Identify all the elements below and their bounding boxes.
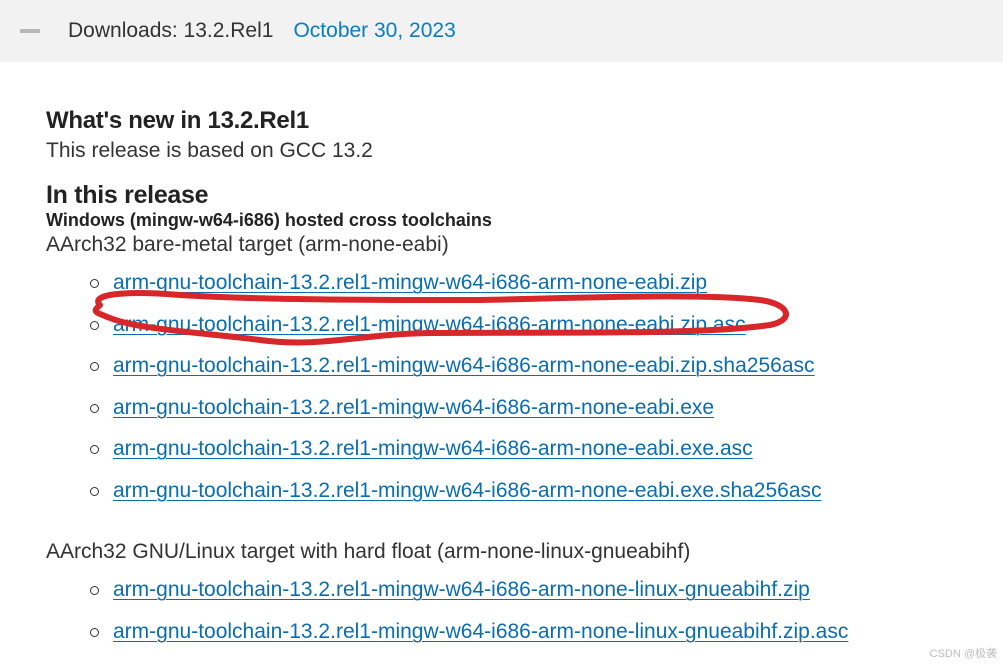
whats-new-heading: What's new in 13.2.Rel1 [46,107,961,135]
host-heading: Windows (mingw-w64-i686) hosted cross to… [46,210,961,231]
download-link[interactable]: arm-gnu-toolchain-13.2.rel1-mingw-w64-i6… [113,574,810,606]
watermark-text: CSDN @极袭 [930,645,997,661]
download-link[interactable]: arm-gnu-toolchain-13.2.rel1-mingw-w64-i6… [113,350,815,382]
list-item: arm-gnu-toolchain-13.2.rel1-mingw-w64-i6… [90,616,961,648]
bullet-icon [90,445,99,454]
download-link[interactable]: arm-gnu-toolchain-13.2.rel1-mingw-w64-i6… [113,616,848,648]
bullet-icon [90,404,99,413]
download-link[interactable]: arm-gnu-toolchain-13.2.rel1-mingw-w64-i6… [113,267,707,299]
list-item: arm-gnu-toolchain-13.2.rel1-mingw-w64-i6… [90,475,961,507]
header-title: Downloads: 13.2.Rel1 [68,19,273,43]
bullet-icon [90,487,99,496]
list-item: arm-gnu-toolchain-13.2.rel1-mingw-w64-i6… [90,392,961,424]
bullet-icon [90,586,99,595]
content-area: What's new in 13.2.Rel1 This release is … [0,62,1003,647]
download-link[interactable]: arm-gnu-toolchain-13.2.rel1-mingw-w64-i6… [113,433,753,465]
list-item: arm-gnu-toolchain-13.2.rel1-mingw-w64-i6… [90,309,961,341]
collapse-icon[interactable] [20,29,40,33]
header-date: October 30, 2023 [293,19,455,43]
download-link[interactable]: arm-gnu-toolchain-13.2.rel1-mingw-w64-i6… [113,475,822,507]
list-item: arm-gnu-toolchain-13.2.rel1-mingw-w64-i6… [90,433,961,465]
list-item: arm-gnu-toolchain-13.2.rel1-mingw-w64-i6… [90,267,961,299]
download-link[interactable]: arm-gnu-toolchain-13.2.rel1-mingw-w64-i6… [113,309,746,341]
bullet-icon [90,279,99,288]
target2-text: AArch32 GNU/Linux target with hard float… [46,540,961,564]
header-strip: Downloads: 13.2.Rel1 October 30, 2023 [0,0,1003,62]
download-link[interactable]: arm-gnu-toolchain-13.2.rel1-mingw-w64-i6… [113,392,714,424]
list-item: arm-gnu-toolchain-13.2.rel1-mingw-w64-i6… [90,350,961,382]
in-release-heading: In this release [46,181,961,210]
list-item: arm-gnu-toolchain-13.2.rel1-mingw-w64-i6… [90,574,961,606]
bullet-icon [90,362,99,371]
based-on-text: This release is based on GCC 13.2 [46,139,961,163]
bullet-icon [90,321,99,330]
file-list-2: arm-gnu-toolchain-13.2.rel1-mingw-w64-i6… [46,574,961,647]
bullet-icon [90,628,99,637]
file-list-1: arm-gnu-toolchain-13.2.rel1-mingw-w64-i6… [46,267,961,506]
target1-text: AArch32 bare-metal target (arm-none-eabi… [46,233,961,257]
